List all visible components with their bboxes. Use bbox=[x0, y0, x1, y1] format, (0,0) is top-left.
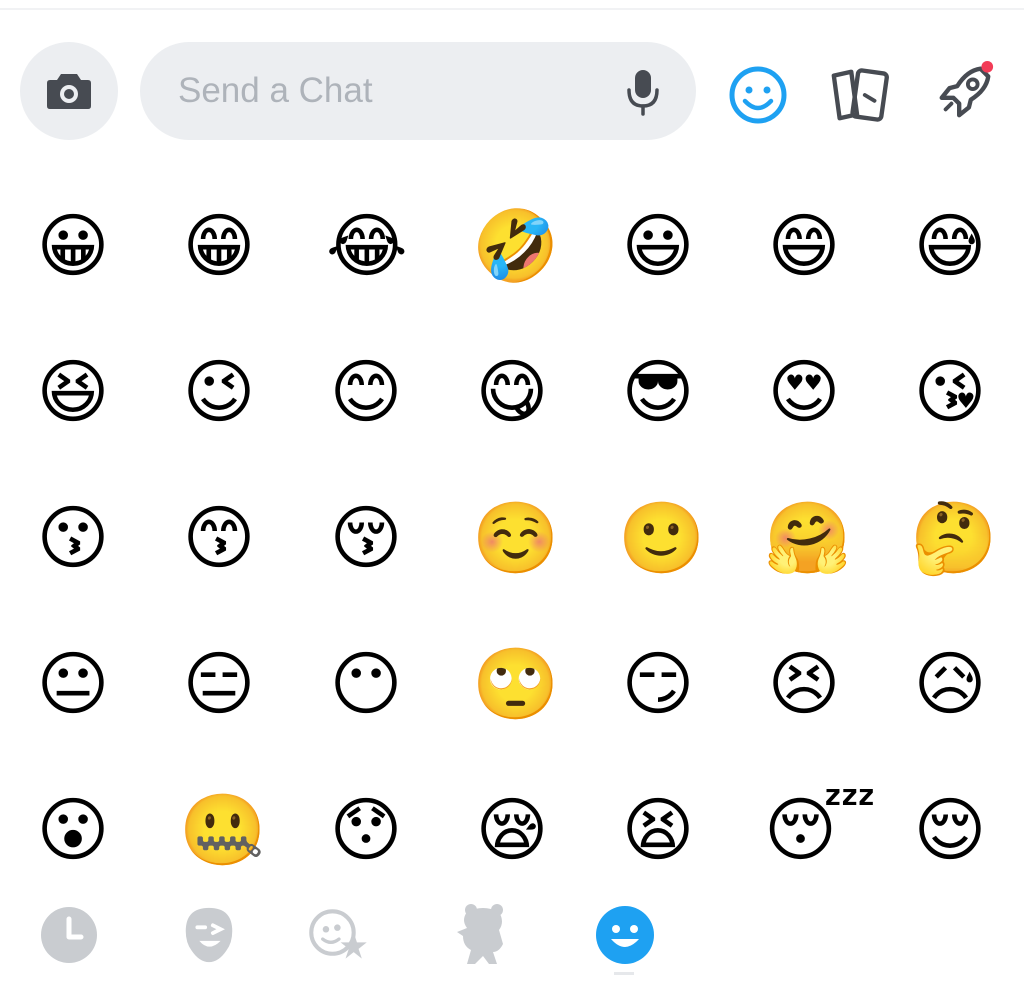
emoji-cell[interactable]: 😅 bbox=[910, 206, 990, 286]
emoji-cell[interactable]: 😴 bbox=[764, 790, 876, 870]
emoji-cell[interactable]: 😍 bbox=[764, 352, 844, 432]
emoji-cell[interactable]: 😪 bbox=[472, 790, 552, 870]
emoji-cell[interactable]: 😗 bbox=[33, 498, 113, 578]
emoji-cell[interactable]: 😮 bbox=[33, 790, 113, 870]
emoji-cell[interactable]: 😣 bbox=[764, 644, 844, 724]
emoji-cell[interactable]: 🙂 bbox=[618, 498, 705, 578]
emoji-cell[interactable]: 😯 bbox=[326, 790, 406, 870]
emoji-cell[interactable]: 🤐 bbox=[179, 790, 266, 870]
emoji-cell[interactable]: 😆 bbox=[33, 352, 113, 432]
emoji-cell[interactable]: 😙 bbox=[179, 498, 259, 578]
emoji-cell[interactable]: 😂 bbox=[326, 206, 408, 286]
emoji-cell[interactable]: 😐 bbox=[33, 644, 113, 724]
chat-input-container[interactable] bbox=[140, 42, 696, 140]
active-tab-indicator bbox=[614, 972, 634, 975]
emoji-cell[interactable]: 😀 bbox=[33, 206, 113, 286]
bitmoji-star-icon[interactable] bbox=[308, 904, 370, 966]
emoji-cell[interactable]: 😚 bbox=[326, 498, 406, 578]
emoji-cell[interactable]: 😎 bbox=[618, 352, 698, 432]
emoji-cell[interactable]: 😌 bbox=[910, 790, 990, 870]
emoji-cell[interactable]: ☺️ bbox=[472, 498, 559, 578]
emoji-cell[interactable]: 😏 bbox=[618, 644, 698, 724]
emoji-cell[interactable]: 😃 bbox=[618, 206, 698, 286]
emoji-cell[interactable]: 😄 bbox=[764, 206, 844, 286]
emoji-cell[interactable]: 😉 bbox=[179, 352, 259, 432]
emoji-icon[interactable] bbox=[727, 64, 789, 126]
top-divider bbox=[0, 8, 1024, 10]
microphone-icon[interactable] bbox=[626, 68, 660, 116]
emoji-smiley-icon[interactable] bbox=[594, 904, 656, 966]
rocket-icon[interactable] bbox=[934, 60, 996, 122]
camera-button[interactable] bbox=[20, 42, 118, 140]
emoji-cell[interactable]: 😋 bbox=[472, 352, 552, 432]
chat-input[interactable] bbox=[178, 70, 598, 112]
emoji-category-tabs bbox=[0, 904, 1024, 974]
emoji-cell[interactable]: 🤔 bbox=[910, 498, 997, 578]
emoji-cell[interactable]: 😥 bbox=[910, 644, 990, 724]
emoji-cell[interactable]: 🤗 bbox=[764, 498, 851, 578]
emoji-cell[interactable]: 😘 bbox=[910, 352, 990, 432]
sticker-bear-icon[interactable] bbox=[452, 904, 514, 966]
emoji-cell[interactable]: 😁 bbox=[179, 206, 259, 286]
emoji-cell[interactable]: 😊 bbox=[326, 352, 406, 432]
camera-icon bbox=[47, 74, 91, 109]
recent-clock-icon[interactable] bbox=[38, 904, 100, 966]
bitmoji-wink-icon[interactable] bbox=[178, 904, 240, 966]
emoji-cell[interactable]: 🤣 bbox=[472, 206, 559, 286]
emoji-cell[interactable]: 🙄 bbox=[472, 644, 559, 724]
stickers-cards-icon[interactable] bbox=[828, 64, 890, 126]
emoji-cell[interactable]: 😑 bbox=[179, 644, 259, 724]
emoji-cell[interactable]: 😶 bbox=[326, 644, 406, 724]
emoji-cell[interactable]: 😫 bbox=[618, 790, 698, 870]
